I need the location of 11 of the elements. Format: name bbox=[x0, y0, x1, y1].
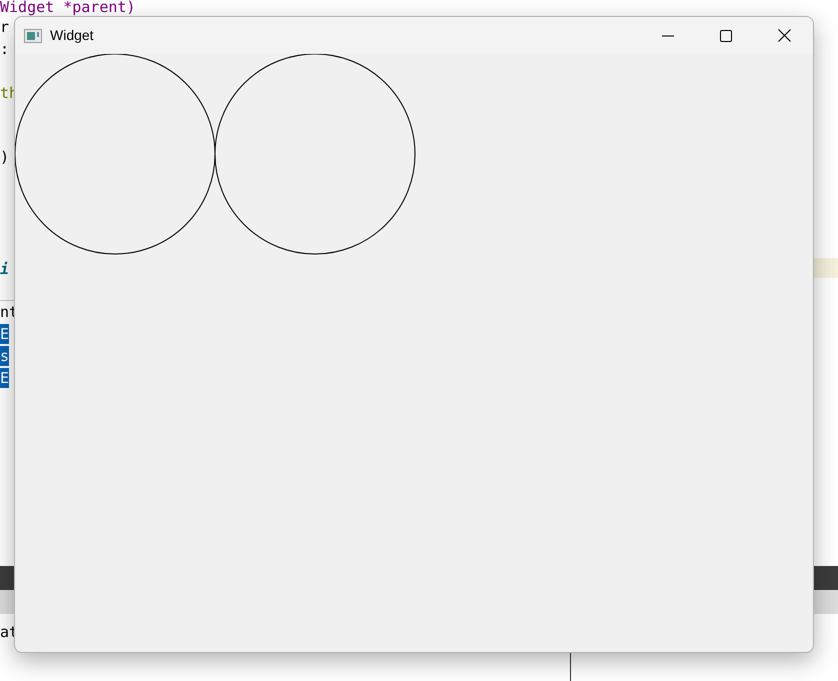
maximize-icon bbox=[720, 30, 732, 42]
close-icon bbox=[778, 29, 790, 42]
code-line: i bbox=[0, 259, 10, 279]
minimize-icon bbox=[662, 34, 674, 36]
window-icon bbox=[24, 28, 42, 42]
window-title: Widget bbox=[50, 26, 94, 45]
code-line: : bbox=[0, 39, 10, 59]
code-line: Widget *parent) bbox=[0, 0, 136, 17]
code-line: ) bbox=[0, 147, 10, 167]
code-line: r bbox=[0, 17, 10, 37]
current-line-highlight bbox=[814, 258, 838, 278]
